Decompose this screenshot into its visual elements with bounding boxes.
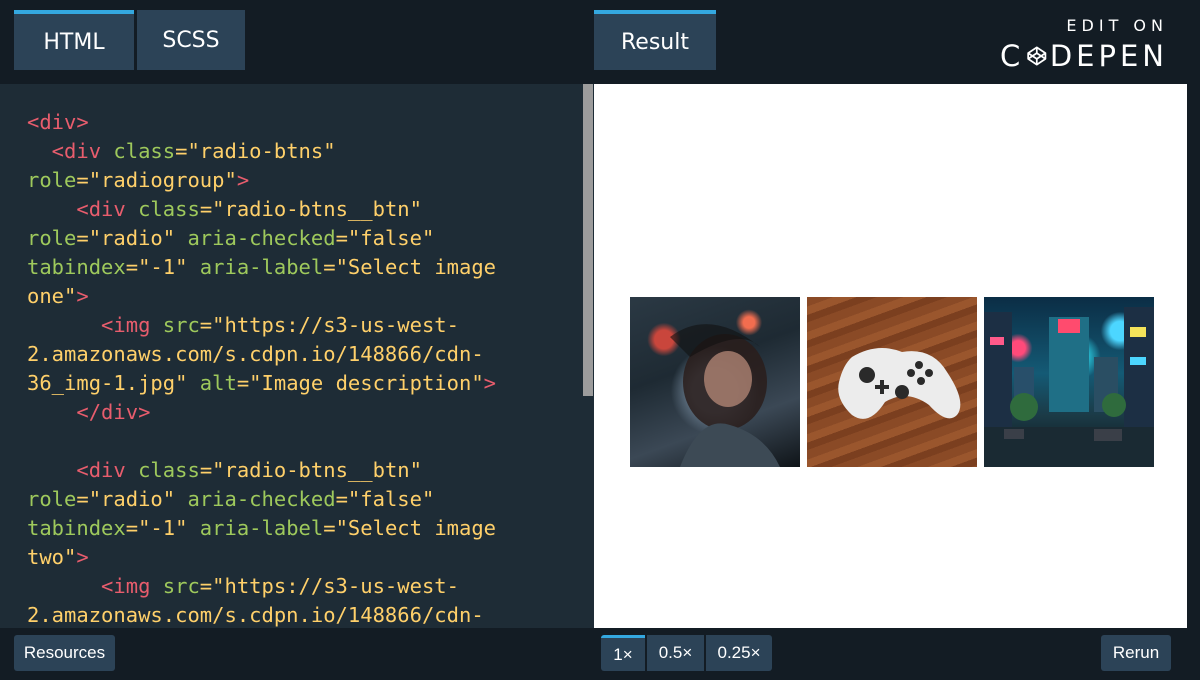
code-token: aria-checked (175, 226, 336, 250)
top-bar: HTML SCSS Result EDIT ON C DEPEN (0, 0, 1200, 84)
rerun-button[interactable]: Rerun (1101, 635, 1171, 671)
code-token: ="false" (335, 487, 435, 511)
code-token: ="Select image (323, 255, 497, 279)
bottom-bar: Resources 1× 0.5× 0.25× Rerun (0, 628, 1200, 680)
code-token: two" (27, 545, 77, 569)
code-token: </div> (27, 400, 151, 424)
editor-scrollbar[interactable] (583, 84, 593, 396)
code-token: role (27, 487, 77, 511)
code-token: src (162, 313, 200, 337)
edit-on-codepen-link[interactable]: EDIT ON C DEPEN (1000, 12, 1168, 73)
image-two-radio[interactable] (807, 297, 977, 467)
code-token: aria-label (187, 255, 324, 279)
code-token: role (27, 168, 77, 192)
code-token: ="radio" (76, 487, 176, 511)
code-token: aria-label (187, 516, 324, 540)
code-token: <div> (27, 110, 89, 134)
code-token: <div (27, 197, 139, 221)
code-content: <div> <div class="radio-btns" role="radi… (27, 108, 567, 628)
code-token: <img (27, 313, 163, 337)
code-token: alt (187, 371, 237, 395)
code-token: = (76, 168, 89, 192)
code-token: class (138, 458, 200, 482)
codepen-logo: C DEPEN (1000, 39, 1168, 73)
code-token: ="Select image (323, 516, 497, 540)
tab-scss[interactable]: SCSS (137, 10, 245, 70)
codepen-logo-prefix: C (1000, 39, 1025, 73)
code-token: > (76, 545, 89, 569)
radio-image-group (630, 297, 1154, 467)
code-token: aria-checked (175, 487, 336, 511)
code-token: > (76, 284, 89, 308)
result-preview (594, 84, 1187, 628)
code-token: ="-1" (125, 255, 188, 279)
code-token: class (138, 197, 200, 221)
code-token: src (162, 574, 200, 598)
code-token: <div (27, 139, 114, 163)
code-token: = (199, 458, 213, 482)
html-code-editor[interactable]: <div> <div class="radio-btns" role="radi… (0, 84, 594, 628)
woman-photo-image (670, 324, 780, 467)
game-controller-image (838, 348, 961, 419)
code-token: tabindex (27, 516, 126, 540)
image-three-radio[interactable] (984, 297, 1154, 467)
code-token: one" (27, 284, 77, 308)
code-token: 2.amazonaws.com/s.cdpn.io/148866/cdn- (27, 603, 484, 627)
zoom-controls: 1× 0.5× 0.25× (601, 635, 774, 671)
edit-on-label: EDIT ON (1066, 16, 1168, 35)
neon-city-image (984, 307, 1154, 467)
code-token: 36_img-1.jpg" (27, 371, 188, 395)
code-token: = (199, 197, 213, 221)
code-token: <div (27, 458, 139, 482)
code-token: ="https://s3-us-west- (199, 574, 459, 598)
codepen-cube-icon (1027, 46, 1047, 66)
code-token: 2.amazonaws.com/s.cdpn.io/148866/cdn- (27, 342, 484, 366)
code-token: "radio-btns" (187, 139, 336, 163)
code-token: ="radio" (76, 226, 176, 250)
code-token: class (113, 139, 176, 163)
tab-html[interactable]: HTML (14, 10, 134, 70)
codepen-logo-suffix: DEPEN (1049, 39, 1168, 73)
code-token: "radio-btns__btn" (212, 458, 422, 482)
code-token: "radiogroup" (88, 168, 237, 192)
zoom-0.5x-button[interactable]: 0.5× (647, 635, 704, 671)
code-token: = (175, 139, 188, 163)
code-token: > (236, 168, 250, 192)
code-token: ="Image description" (236, 371, 484, 395)
code-token: > (483, 371, 497, 395)
code-token: role (27, 226, 77, 250)
resources-button[interactable]: Resources (14, 635, 115, 671)
code-token: <img (27, 574, 163, 598)
code-token: ="https://s3-us-west- (199, 313, 459, 337)
code-token: ="false" (335, 226, 435, 250)
code-token: "radio-btns__btn" (212, 197, 422, 221)
image-one-radio[interactable] (630, 297, 800, 467)
tab-result[interactable]: Result (594, 10, 716, 70)
zoom-0.25x-button[interactable]: 0.25× (706, 635, 772, 671)
code-token: ="-1" (125, 516, 188, 540)
zoom-1x-button[interactable]: 1× (601, 635, 645, 671)
code-token: tabindex (27, 255, 126, 279)
